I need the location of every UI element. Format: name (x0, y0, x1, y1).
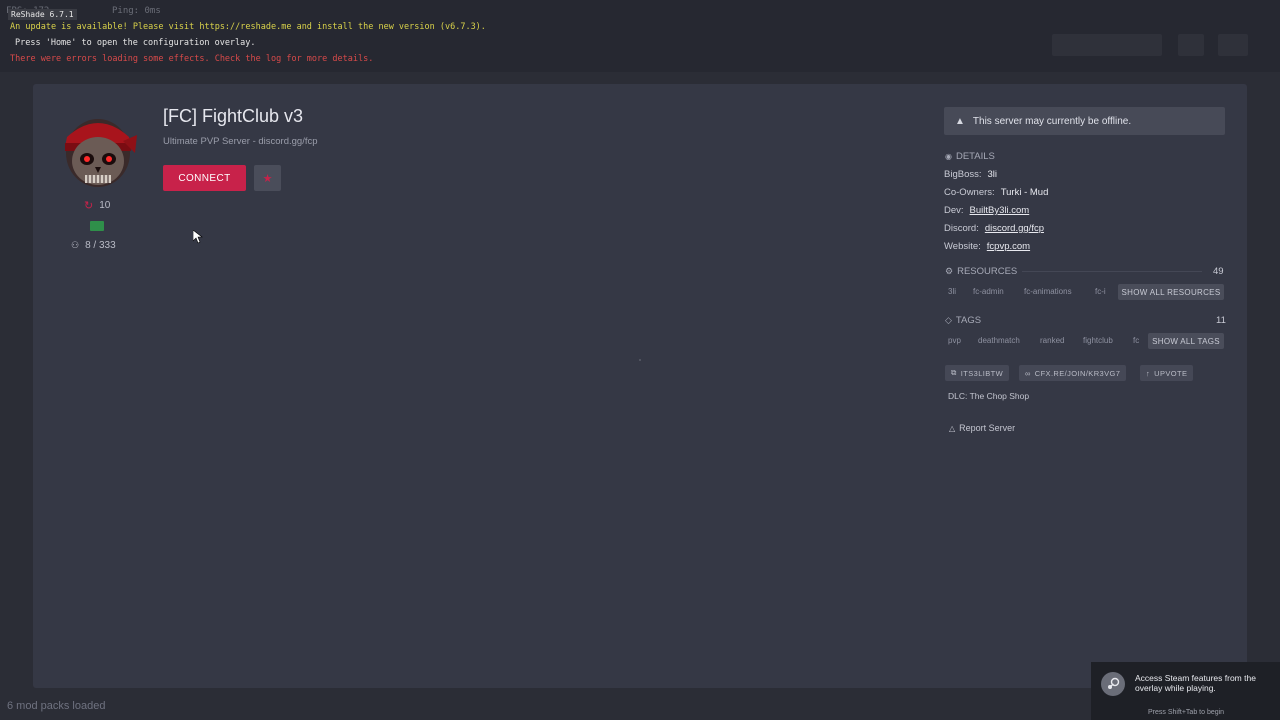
tag-icon: ◇ (945, 315, 952, 325)
section-divider (1022, 271, 1202, 272)
tag-chip: fightclub (1083, 336, 1113, 345)
eye-icon: ◉ (945, 152, 952, 161)
details-heading: ◉ DETAILS (945, 151, 995, 162)
players-icon: ⚇ (71, 240, 80, 250)
boost-count: ↻ 10 (84, 200, 111, 212)
reshade-error-notice: There were errors loading some effects. … (10, 54, 374, 64)
tag-chip: deathmatch (978, 336, 1020, 345)
resource-chip: fc-admin (973, 287, 1004, 296)
detail-row-bigboss: BigBoss: 3li (944, 169, 998, 180)
show-all-resources-button[interactable]: SHOW ALL RESOURCES (1118, 284, 1224, 300)
website-link[interactable]: fcpvp.com (987, 241, 1030, 252)
steam-icon (1101, 672, 1125, 696)
reshade-config-hint: Press 'Home' to open the configuration o… (15, 38, 256, 48)
tag-chip: fc (1133, 336, 1140, 345)
tags-heading: ◇ TAGS (945, 315, 982, 326)
server-logo-skull (65, 119, 137, 187)
resources-count: 49 (1213, 266, 1224, 277)
copy-icon: ⧉ (951, 368, 957, 377)
steam-toast-hint: Press Shift+Tab to begin (1148, 709, 1225, 716)
reshade-version-badge: ReShade 6.7.1 (8, 9, 77, 20)
tags-count: 11 (1216, 315, 1226, 326)
player-count: ⚇ 8 / 333 (71, 240, 116, 251)
copy-code-button[interactable]: ⧉ ITS3LIBTW (945, 365, 1010, 381)
star-icon: ★ (262, 172, 273, 185)
ghost-search-box (1052, 34, 1162, 56)
dev-link[interactable]: BuiltBy3li.com (970, 205, 1030, 216)
resources-heading: ⚙ RESOURCES (945, 266, 1018, 277)
detail-row-co-owners: Co-Owners: Turki - Mud (944, 187, 1049, 198)
boost-icon: ↻ (84, 200, 94, 212)
resource-chip: fc-animations (1024, 287, 1072, 296)
join-link-button[interactable]: ∞ CFX.RE/JOIN/KR3VG7 (1019, 365, 1127, 381)
ghost-button (1178, 34, 1204, 56)
mod-packs-status: 6 mod packs loaded (7, 700, 106, 712)
report-server-link[interactable]: △ Report Server (949, 423, 1015, 433)
favorite-button[interactable]: ★ (254, 165, 281, 191)
ping-readout: Ping: 0ms (112, 6, 161, 16)
center-dot (639, 359, 641, 361)
tag-chip: pvp (948, 336, 961, 345)
link-icon: ∞ (1025, 368, 1031, 378)
resource-chip: fc-i (1095, 287, 1106, 296)
ghost-button (1218, 34, 1248, 56)
resource-chip: 3li (948, 287, 957, 296)
server-subtitle: Ultimate PVP Server - discord.gg/fcp (163, 136, 318, 147)
mouse-cursor-icon (193, 230, 203, 244)
upvote-button[interactable]: ↑ UPVOTE (1140, 365, 1194, 381)
warning-icon: △ (949, 423, 956, 433)
steam-toast-text: Access Steam features from the overlay w… (1135, 673, 1256, 693)
detail-row-discord: Discord: discord.gg/fcp (944, 223, 1044, 234)
reshade-update-notice: An update is available! Please visit htt… (10, 22, 486, 32)
arrow-up-icon: ↑ (1146, 368, 1151, 378)
warning-icon: ▲ (955, 115, 965, 127)
detail-row-website: Website: fcpvp.com (944, 241, 1031, 252)
gear-icon: ⚙ (945, 266, 954, 276)
discord-link[interactable]: discord.gg/fcp (985, 223, 1044, 234)
detail-row-dev: Dev: BuiltBy3li.com (944, 205, 1030, 216)
connect-button[interactable]: CONNECT (163, 165, 246, 191)
show-all-tags-button[interactable]: SHOW ALL TAGS (1148, 333, 1224, 349)
tag-chip: ranked (1040, 336, 1065, 345)
offline-warning: ▲ This server may currently be offline. (944, 107, 1225, 135)
server-title: [FC] FightClub v3 (163, 106, 304, 126)
dlc-label: DLC: The Chop Shop (948, 391, 1030, 401)
country-flag-icon (90, 221, 104, 231)
